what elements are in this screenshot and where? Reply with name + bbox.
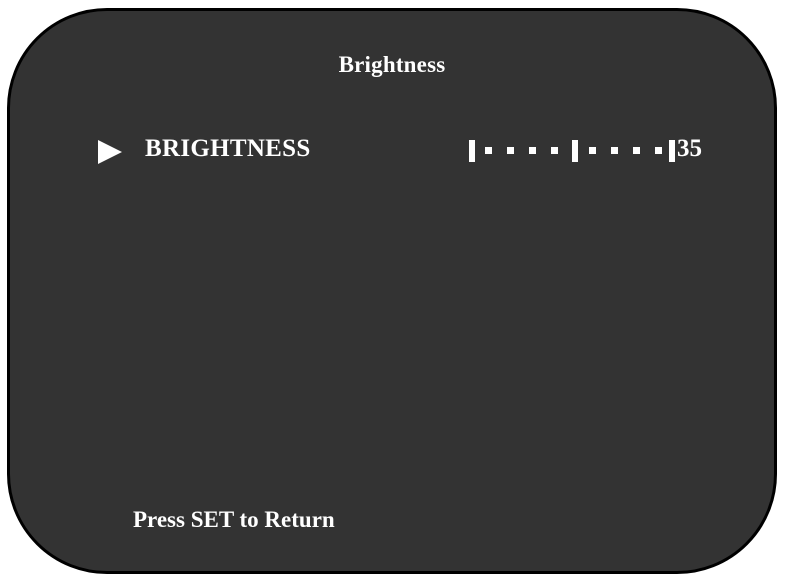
osd-menu-panel: Brightness BRIGHTNESS 35 Press SET to Re… [7, 8, 777, 574]
slider-dot [655, 147, 662, 154]
slider-tick-middle [572, 140, 578, 162]
slider-tick-start [469, 140, 475, 162]
slider-dot [507, 147, 514, 154]
brightness-value: 35 [677, 135, 702, 162]
slider-dot [529, 147, 536, 154]
play-arrow-icon [98, 140, 122, 164]
page-title: Brightness [338, 52, 446, 77]
slider-dot [485, 147, 492, 154]
menu-item-brightness[interactable]: BRIGHTNESS 35 [10, 131, 774, 171]
brightness-slider[interactable]: 35 [469, 135, 702, 167]
slider-tick-end [669, 140, 675, 162]
slider-dot [551, 147, 558, 154]
slider-dot [611, 147, 618, 154]
footer-hint: Press SET to Return [133, 507, 335, 532]
menu-item-label: BRIGHTNESS [145, 135, 311, 162]
slider-dot [589, 147, 596, 154]
slider-dot [633, 147, 640, 154]
